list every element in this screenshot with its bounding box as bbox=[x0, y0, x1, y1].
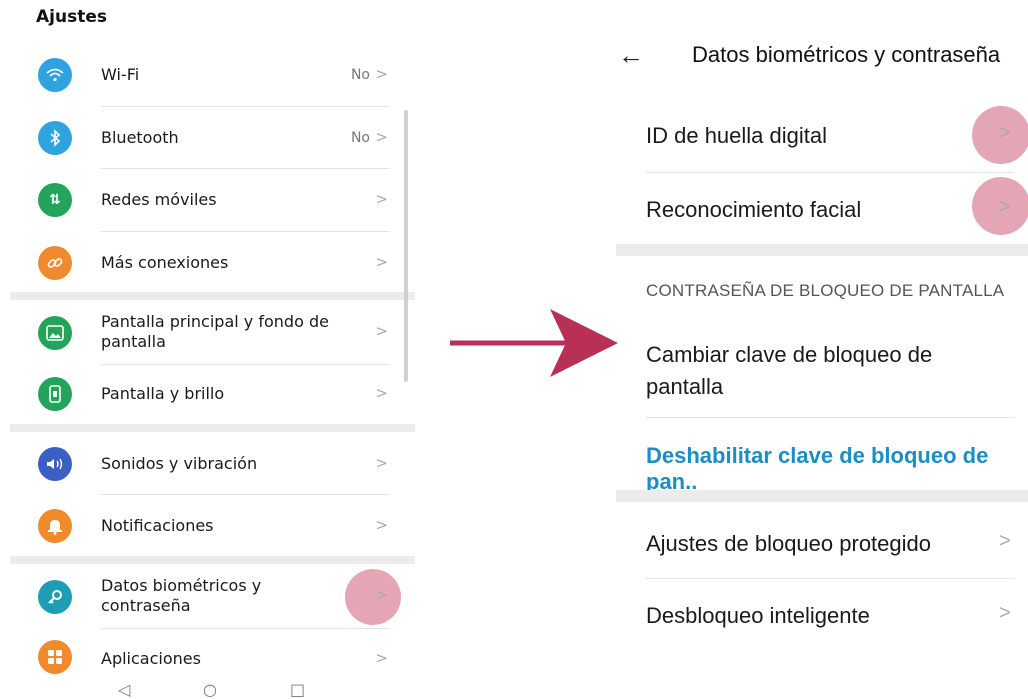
settings-item-biometrics[interactable]: Datos biométricos y contraseña > bbox=[0, 566, 401, 628]
chevron-right-icon: > bbox=[375, 253, 388, 271]
settings-item-display[interactable]: Pantalla y brillo > bbox=[0, 364, 400, 424]
chevron-right-icon: > bbox=[999, 530, 1011, 552]
chevron-right-icon: > bbox=[999, 196, 1011, 218]
divider bbox=[101, 494, 389, 495]
menu-item-label-line1: Cambiar clave de bloqueo de bbox=[646, 342, 933, 367]
menu-item-label: Reconocimiento facial bbox=[646, 197, 862, 222]
settings-item-label: Datos biométricos y contraseña bbox=[101, 576, 262, 615]
settings-item-more-connections[interactable]: Más conexiones > bbox=[0, 233, 400, 293]
chevron-right-icon: > bbox=[375, 65, 388, 83]
settings-item-label: Pantalla y brillo bbox=[101, 384, 225, 403]
chevron-right-icon: > bbox=[375, 322, 388, 340]
section-divider bbox=[10, 424, 415, 432]
settings-item-value: No bbox=[350, 130, 370, 146]
chevron-right-icon: > bbox=[375, 190, 388, 208]
settings-item-label: Notificaciones bbox=[101, 516, 214, 535]
settings-item-label: Bluetooth bbox=[101, 128, 179, 147]
navigation-bar: ◁ ○ □ bbox=[0, 680, 420, 699]
nav-back-icon[interactable]: ◁ bbox=[118, 680, 130, 699]
back-arrow-icon[interactable]: ← bbox=[618, 40, 644, 71]
disable-lock-link[interactable]: Deshabilitar clave de bloqueo de pan.. bbox=[646, 443, 1028, 495]
chevron-right-icon: > bbox=[375, 384, 388, 402]
divider bbox=[646, 172, 1014, 173]
divider bbox=[101, 231, 389, 232]
chevron-right-icon: > bbox=[999, 122, 1011, 144]
settings-item-label: Aplicaciones bbox=[101, 649, 201, 668]
apps-icon bbox=[38, 640, 72, 674]
sound-icon bbox=[38, 447, 72, 481]
chevron-right-icon: > bbox=[375, 586, 388, 604]
settings-item-label: Wi-Fi bbox=[101, 65, 140, 84]
settings-item-home-screen[interactable]: Pantalla principal y fondo de pantalla > bbox=[0, 302, 400, 364]
settings-item-value: No bbox=[350, 67, 370, 83]
mobile-data-icon: ⇅ bbox=[38, 183, 72, 217]
section-header: CONTRASEÑA DE BLOQUEO DE PANTALLA bbox=[646, 281, 1005, 300]
page-title: Ajustes bbox=[36, 7, 107, 27]
chevron-right-icon: > bbox=[375, 454, 388, 472]
settings-item-wifi[interactable]: Wi-Fi No > bbox=[0, 45, 400, 105]
settings-item-mobile-networks[interactable]: ⇅ Redes móviles > bbox=[0, 170, 400, 230]
key-icon bbox=[38, 580, 72, 614]
settings-screen: Ajustes Wi-Fi No > Bluetooth No > ⇅ Rede… bbox=[0, 0, 420, 699]
divider bbox=[101, 168, 389, 169]
menu-item-label: ID de huella digital bbox=[646, 123, 828, 148]
arrow-right-icon bbox=[450, 309, 618, 377]
settings-item-notifications[interactable]: Notificaciones > bbox=[0, 496, 400, 556]
menu-item-label-line2: pantalla bbox=[646, 374, 724, 399]
divider bbox=[101, 106, 389, 107]
page-title: Datos biométricos y contraseña bbox=[692, 42, 1001, 67]
bell-icon bbox=[38, 509, 72, 543]
settings-item-label: Más conexiones bbox=[101, 253, 229, 272]
section-divider bbox=[10, 556, 415, 564]
settings-item-apps[interactable]: Aplicaciones > bbox=[0, 628, 400, 674]
display-icon bbox=[38, 377, 72, 411]
bluetooth-icon bbox=[38, 121, 72, 155]
tap-highlight bbox=[345, 569, 401, 625]
chevron-right-icon: > bbox=[999, 602, 1011, 624]
settings-item-bluetooth[interactable]: Bluetooth No > bbox=[0, 108, 400, 168]
divider bbox=[646, 417, 1014, 418]
settings-item-label: Sonidos y vibración bbox=[101, 454, 258, 473]
wifi-icon bbox=[38, 58, 72, 92]
settings-item-label: Pantalla principal y fondo de pantalla bbox=[101, 312, 329, 351]
scrollbar[interactable] bbox=[404, 110, 408, 382]
nav-home-icon[interactable]: ○ bbox=[203, 680, 217, 699]
section-divider bbox=[10, 292, 415, 300]
section-divider bbox=[616, 490, 1028, 502]
menu-item-label: Desbloqueo inteligente bbox=[646, 603, 870, 628]
settings-item-label: Redes móviles bbox=[101, 190, 217, 209]
divider bbox=[646, 578, 1014, 579]
section-divider bbox=[616, 244, 1028, 256]
chevron-right-icon: > bbox=[375, 649, 388, 667]
chevron-right-icon: > bbox=[375, 516, 388, 534]
link-icon bbox=[38, 246, 72, 280]
biometrics-screen: ← Datos biométricos y contraseña ID de h… bbox=[600, 0, 1028, 699]
wallpaper-icon bbox=[38, 316, 72, 350]
settings-item-sounds[interactable]: Sonidos y vibración > bbox=[0, 434, 400, 494]
nav-recent-icon[interactable]: □ bbox=[290, 680, 305, 699]
menu-item-label: Ajustes de bloqueo protegido bbox=[646, 531, 931, 556]
chevron-right-icon: > bbox=[375, 128, 388, 146]
